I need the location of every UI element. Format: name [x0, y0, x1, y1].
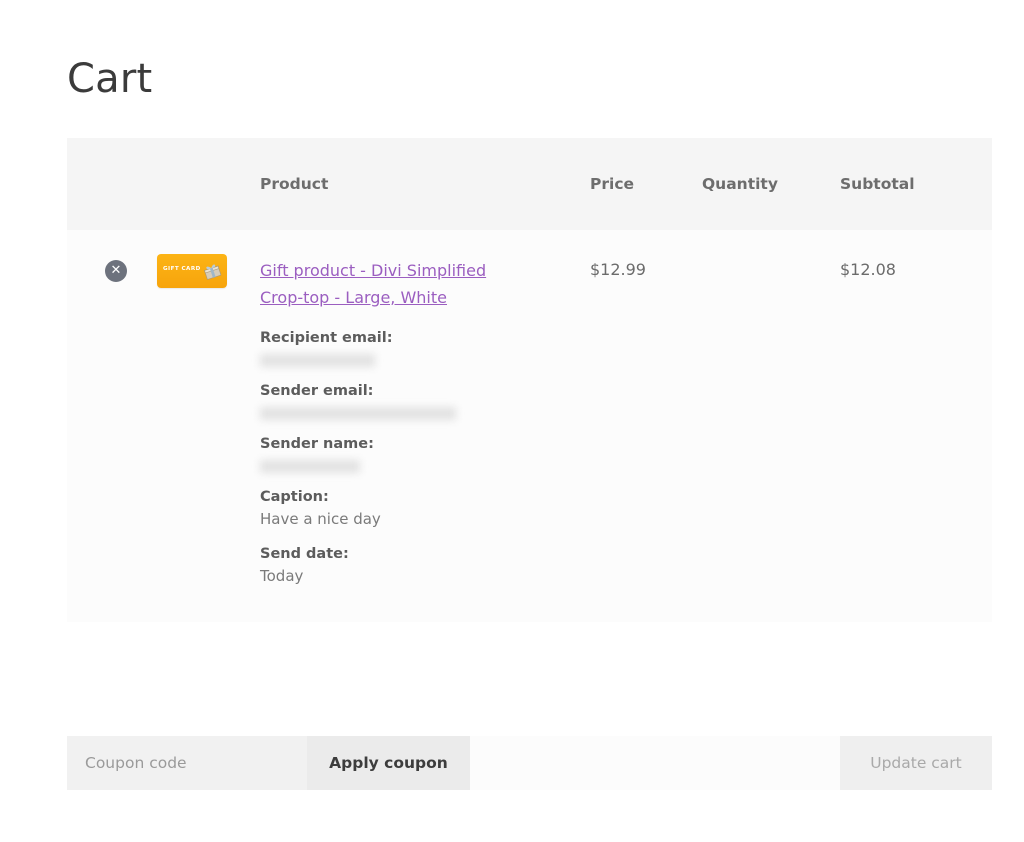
- product-quantity: [702, 230, 840, 260]
- cart-page: Cart Product Price Quantity Subtotal ✕ G…: [0, 0, 1024, 842]
- close-icon: ✕: [110, 263, 122, 278]
- cart-table-head: Product Price Quantity Subtotal: [67, 138, 992, 230]
- page-title: Cart: [67, 55, 153, 102]
- column-header-subtotal: Subtotal: [840, 138, 992, 230]
- product-name-link[interactable]: Gift product - Divi Simplified Crop-top …: [260, 258, 532, 312]
- meta-label: Sender name:: [260, 435, 374, 452]
- column-header-price: Price: [590, 138, 702, 230]
- meta-label: Recipient email:: [260, 329, 393, 346]
- meta-value: Today: [260, 567, 304, 586]
- meta-label: Caption:: [260, 488, 329, 505]
- meta-item-sender-name: Sender name:: [260, 434, 590, 473]
- remove-item-button[interactable]: ✕: [105, 260, 127, 282]
- cart-table-body: ✕ GIFT CARD Gift product - Divi Simplifi…: [67, 230, 992, 622]
- coupon-row: Apply coupon Update cart: [67, 736, 992, 790]
- coupon-code-input[interactable]: [67, 736, 307, 790]
- cell-quantity: [702, 230, 840, 622]
- meta-item-caption: Caption: Have a nice day: [260, 487, 590, 531]
- product-price: $12.99: [590, 260, 646, 279]
- row-spacer: [260, 588, 590, 622]
- cell-subtotal: $12.08: [840, 230, 992, 622]
- meta-item-recipient-email: Recipient email:: [260, 328, 590, 367]
- meta-item-send-date: Send date: Today: [260, 544, 590, 588]
- update-cart-button[interactable]: Update cart: [840, 736, 992, 790]
- apply-coupon-button[interactable]: Apply coupon: [307, 736, 470, 790]
- cell-price: $12.99: [590, 230, 702, 622]
- cart-table: Product Price Quantity Subtotal ✕ GIFT C…: [67, 138, 992, 622]
- meta-item-sender-email: Sender email:: [260, 381, 590, 420]
- gift-box-icon: [204, 264, 222, 280]
- product-meta-list: Recipient email: Sender email: Sender na…: [260, 328, 590, 588]
- meta-value-redacted: [260, 353, 375, 367]
- cell-remove: ✕: [67, 230, 157, 622]
- meta-label: Send date:: [260, 546, 349, 563]
- cell-product: Gift product - Divi Simplified Crop-top …: [260, 230, 590, 622]
- column-header-thumbnail: [157, 138, 260, 230]
- product-thumbnail[interactable]: GIFT CARD: [157, 254, 227, 288]
- meta-value-redacted: [260, 459, 360, 473]
- column-header-product: Product: [260, 138, 590, 230]
- gift-card-label: GIFT CARD: [163, 266, 201, 272]
- coupon-row-spacer: [470, 736, 840, 790]
- column-header-quantity: Quantity: [702, 138, 840, 230]
- cell-thumbnail: GIFT CARD: [157, 230, 260, 622]
- meta-value: Have a nice day: [260, 509, 381, 528]
- column-header-remove: [67, 138, 157, 230]
- table-row: ✕ GIFT CARD Gift product - Divi Simplifi…: [67, 230, 992, 622]
- meta-label: Sender email:: [260, 382, 374, 399]
- cart-table-header-row: Product Price Quantity Subtotal: [67, 138, 992, 230]
- product-subtotal: $12.08: [840, 260, 896, 279]
- meta-value-redacted: [260, 406, 456, 420]
